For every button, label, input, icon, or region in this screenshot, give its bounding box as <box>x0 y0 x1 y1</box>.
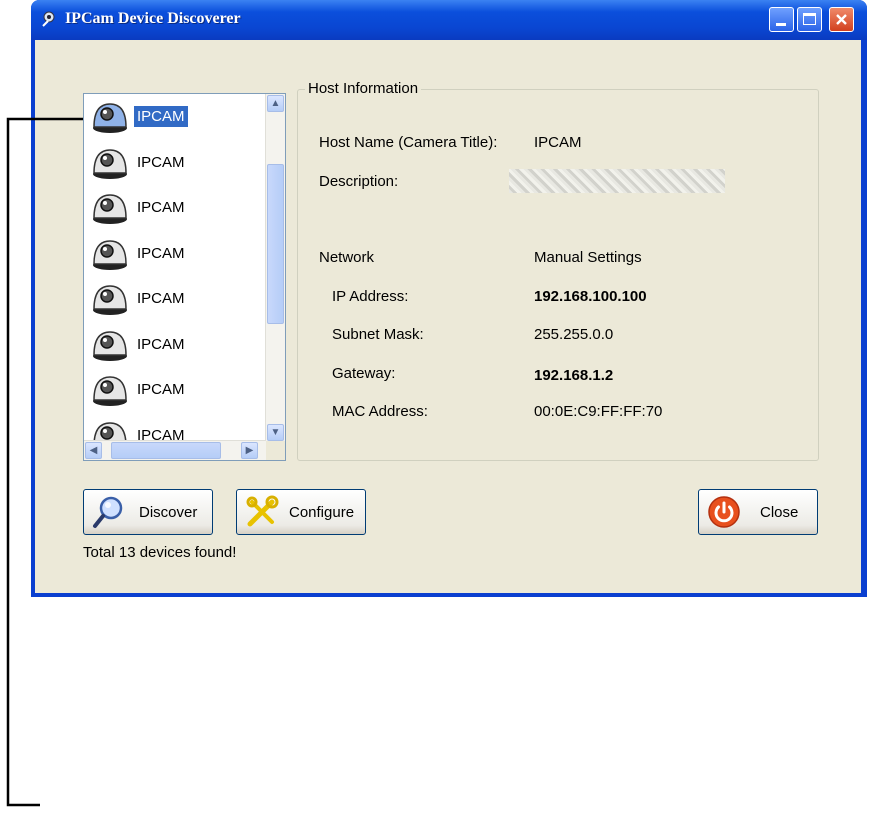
annotation-callout-line <box>6 117 83 807</box>
